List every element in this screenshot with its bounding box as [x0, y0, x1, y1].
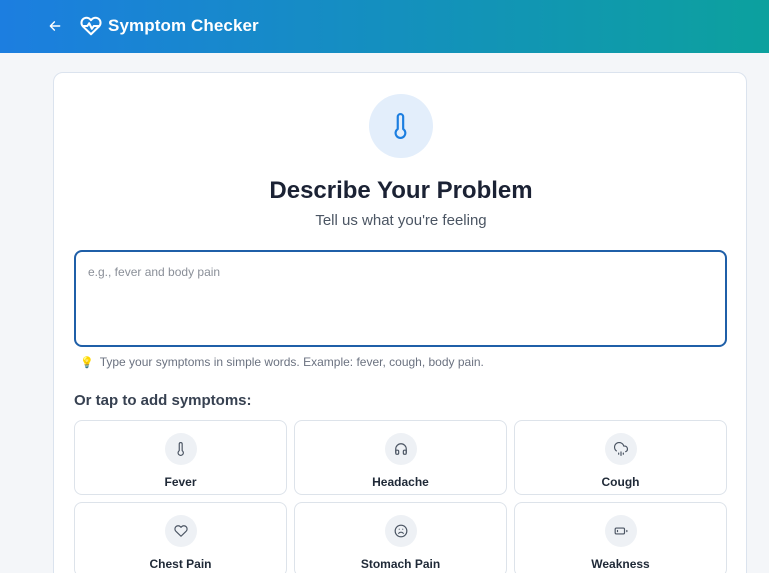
symptom-chip-weakness[interactable]: Weakness: [514, 502, 727, 573]
page-subtitle: Tell us what you're feeling: [315, 212, 487, 229]
symptom-chip-stomach-pain[interactable]: Stomach Pain: [294, 502, 507, 573]
frown-icon: [394, 524, 407, 538]
battery-low-icon: [614, 527, 627, 535]
symptom-label: Stomach Pain: [360, 557, 441, 571]
cloud-drizzle-icon: [613, 442, 628, 456]
symptom-grid: Fever Headache Cough Chest Pain Stomach …: [74, 420, 727, 573]
input-hint: 💡 Type your symptoms in simple words. Ex…: [80, 355, 484, 369]
heart-pulse-icon: [80, 16, 102, 36]
thermometer-icon: [394, 113, 407, 139]
symptom-label: Weakness: [591, 557, 650, 571]
lightbulb-icon: 💡: [80, 356, 94, 369]
page-title: Describe Your Problem: [269, 177, 533, 204]
arrow-left-icon: [49, 21, 61, 31]
hero-badge: [369, 94, 433, 158]
headphones-icon: [394, 443, 407, 455]
thermometer-icon: [177, 442, 184, 456]
symptom-chip-headache[interactable]: Headache: [294, 420, 507, 495]
quick-symptoms-label: Or tap to add symptoms:: [74, 392, 252, 409]
hint-text: Type your symptoms in simple words. Exam…: [99, 355, 484, 369]
heart-icon: [173, 525, 188, 537]
symptom-label: Cough: [601, 475, 640, 489]
symptom-chip-fever[interactable]: Fever: [74, 420, 287, 495]
app-header: Symptom Checker: [0, 0, 769, 53]
symptom-label: Chest Pain: [149, 557, 212, 571]
symptom-card: Describe Your Problem Tell us what you'r…: [53, 72, 747, 573]
symptom-label: Headache: [372, 475, 429, 489]
symptom-input[interactable]: [74, 250, 727, 347]
back-button[interactable]: [44, 15, 66, 37]
app-title: Symptom Checker: [108, 16, 259, 35]
symptom-label: Fever: [164, 475, 197, 489]
symptom-chip-chest-pain[interactable]: Chest Pain: [74, 502, 287, 573]
symptom-chip-cough[interactable]: Cough: [514, 420, 727, 495]
